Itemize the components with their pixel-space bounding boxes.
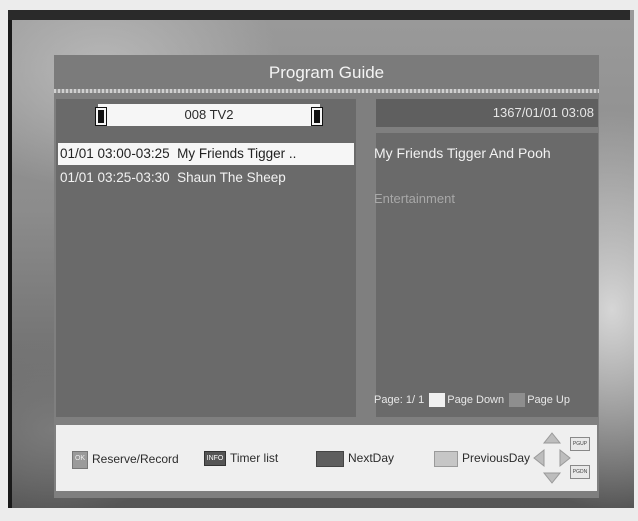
program-guide-window: Program Guide 008 TV2 1367/01/01 03:08 0… xyxy=(54,55,599,498)
page-indicator: Page: 1/ 1 Page Down Page Up xyxy=(374,393,570,407)
red-key-icon xyxy=(316,451,344,467)
page-up-key-icon[interactable]: PGUP xyxy=(570,437,590,451)
detail-program-title: My Friends Tigger And Pooh xyxy=(374,145,551,161)
program-row-selected[interactable]: 01/01 03:00-03:25 My Friends Tigger .. xyxy=(58,143,354,165)
white-key-icon xyxy=(429,393,446,407)
page-label: Page: xyxy=(374,393,403,406)
screen-top-border xyxy=(8,10,630,20)
dpad-graphic xyxy=(533,432,571,484)
dpad-icon[interactable] xyxy=(530,429,574,487)
page-down-key-icon[interactable]: PGDN xyxy=(570,465,590,479)
info-key-icon: INFO xyxy=(204,451,226,467)
gray-key-icon xyxy=(509,393,526,407)
program-time: 01/01 03:00-03:25 xyxy=(60,146,170,161)
program-title: My Friends Tigger .. xyxy=(177,146,297,161)
key-help-bar: OK Reserve/Record INFO Timer list NextDay … xyxy=(56,425,597,491)
previous-day-label: PreviousDay xyxy=(462,451,531,466)
page-up-label[interactable]: Page Up xyxy=(527,394,570,406)
program-details-panel xyxy=(376,133,598,417)
reserve-record-button[interactable]: OK Reserve/Record xyxy=(72,451,179,469)
detail-program-genre: Entertainment xyxy=(374,191,455,206)
program-row[interactable]: 01/01 03:25-03:30 Shaun The Sheep xyxy=(58,167,354,189)
program-title: Shaun The Sheep xyxy=(177,170,286,185)
header-divider xyxy=(54,89,599,93)
program-time: 01/01 03:25-03:30 xyxy=(60,170,170,185)
ok-key-icon: OK xyxy=(72,451,88,469)
current-datetime: 1367/01/01 03:08 xyxy=(376,99,598,127)
timer-list-label: Timer list xyxy=(230,451,279,465)
reserve-record-label: Reserve/Record xyxy=(92,452,179,467)
next-day-button[interactable]: NextDay xyxy=(316,451,394,467)
channel-name: 008 TV2 xyxy=(184,107,234,122)
page-total: 1 xyxy=(418,393,425,406)
previous-day-button[interactable]: PreviousDay xyxy=(434,451,530,467)
yellow-key-icon xyxy=(434,451,458,467)
guide-title: Program Guide xyxy=(54,55,599,89)
next-day-label: NextDay xyxy=(348,451,395,466)
timer-list-button[interactable]: INFO Timer list xyxy=(204,451,279,467)
right-arrow-icon[interactable] xyxy=(312,108,322,125)
channel-selector[interactable]: 008 TV2 xyxy=(96,104,322,126)
page-separator: / xyxy=(411,393,415,406)
page-down-label[interactable]: Page Down xyxy=(447,394,504,406)
